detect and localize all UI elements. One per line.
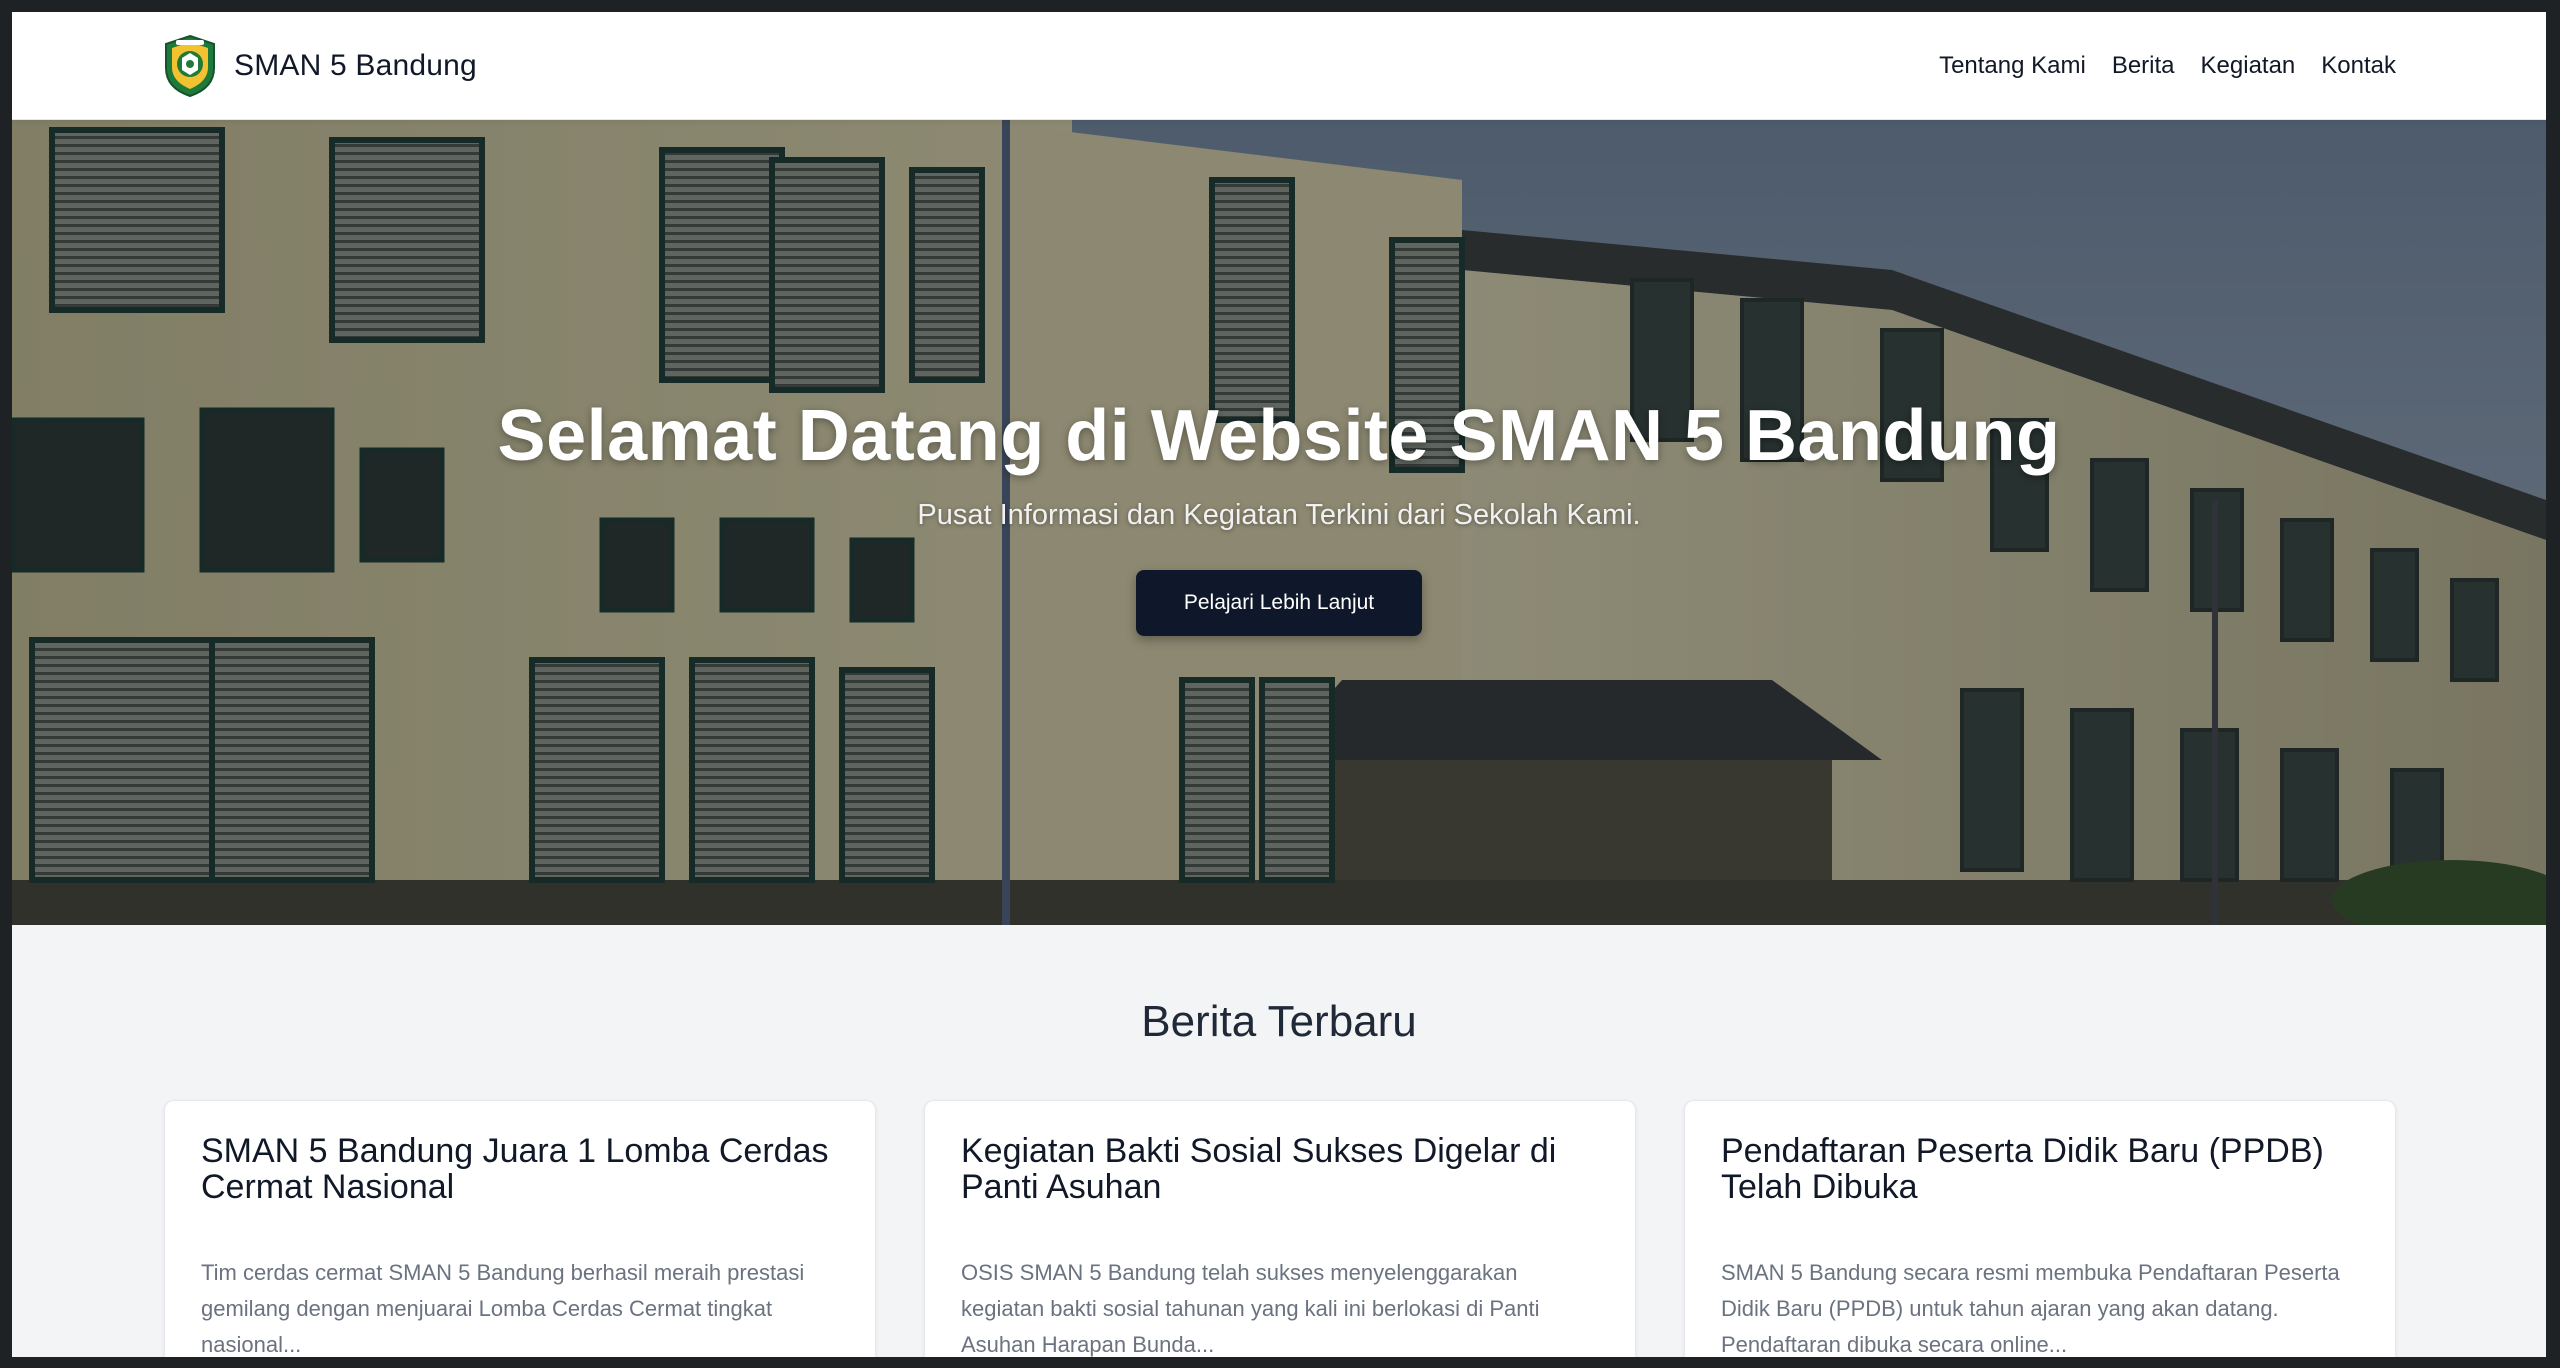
nav-link-berita[interactable]: Berita [2112, 52, 2175, 80]
nav-link-kontak[interactable]: Kontak [2321, 52, 2396, 80]
news-card-excerpt: Tim cerdas cermat SMAN 5 Bandung berhasi… [201, 1260, 805, 1357]
news-card-excerpt: SMAN 5 Bandung secara resmi membuka Pend… [1721, 1260, 2340, 1357]
learn-more-button[interactable]: Pelajari Lebih Lanjut [1135, 570, 1423, 636]
nav-link-kegiatan[interactable]: Kegiatan [2201, 52, 2296, 80]
news-card-excerpt: OSIS SMAN 5 Bandung telah sukses menyele… [961, 1260, 1540, 1357]
news-section-heading: Berita Terbaru [1141, 997, 1417, 1046]
main-nav: Tentang Kami Berita Kegiatan Kontak [1939, 12, 2396, 120]
brand-name: SMAN 5 Bandung [234, 49, 477, 82]
school-crest-logo-icon [165, 34, 215, 98]
news-card[interactable]: Pendaftaran Peserta Didik Baru (PPDB) Te… [1684, 1100, 2396, 1357]
brand[interactable]: SMAN 5 Bandung [162, 34, 477, 98]
hero-title: Selamat Datang di Website SMAN 5 Bandung [497, 396, 2061, 476]
navbar: SMAN 5 Bandung Tentang Kami Berita Kegia… [12, 12, 2546, 120]
news-card[interactable]: Kegiatan Bakti Sosial Sukses Digelar di … [924, 1100, 1636, 1357]
hero-content: Selamat Datang di Website SMAN 5 Bandung… [12, 395, 2546, 636]
hero-subtitle: Pusat Informasi dan Kegiatan Terkini dar… [917, 499, 1641, 531]
nav-link-tentang-kami[interactable]: Tentang Kami [1939, 52, 2086, 80]
news-card-title[interactable]: SMAN 5 Bandung Juara 1 Lomba Cerdas Cerm… [201, 1133, 839, 1205]
browser-viewport: SMAN 5 Bandung Tentang Kami Berita Kegia… [12, 12, 2546, 1357]
news-card-list: SMAN 5 Bandung Juara 1 Lomba Cerdas Cerm… [164, 1100, 2396, 1357]
news-card-title[interactable]: Pendaftaran Peserta Didik Baru (PPDB) Te… [1721, 1133, 2359, 1205]
news-card[interactable]: SMAN 5 Bandung Juara 1 Lomba Cerdas Cerm… [164, 1100, 876, 1357]
news-card-title[interactable]: Kegiatan Bakti Sosial Sukses Digelar di … [961, 1133, 1599, 1205]
hero-section: Selamat Datang di Website SMAN 5 Bandung… [12, 120, 2546, 925]
